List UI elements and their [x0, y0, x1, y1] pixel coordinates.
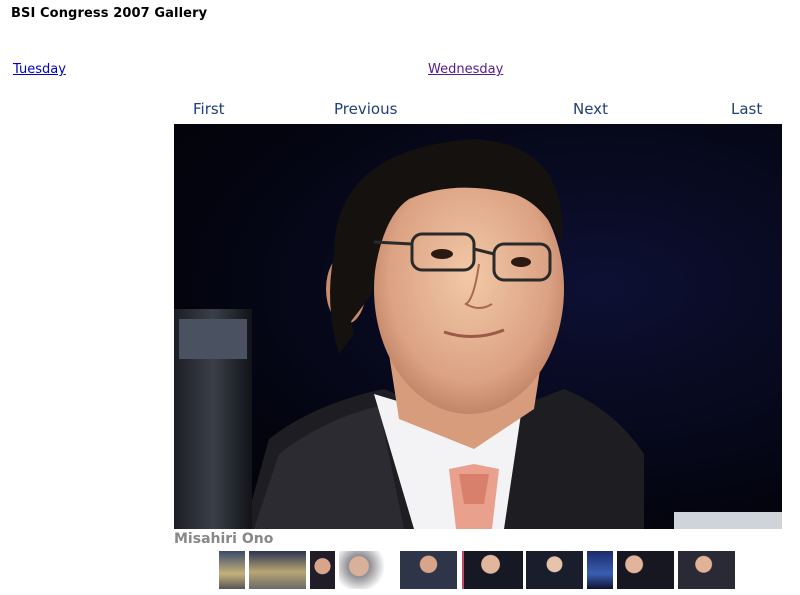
wednesday-link[interactable]: Wednesday — [428, 62, 503, 77]
thumbnail-9[interactable] — [617, 551, 674, 589]
thumbnail-7[interactable] — [526, 551, 583, 589]
main-photo[interactable] — [174, 124, 782, 529]
thumbnail-5[interactable] — [400, 551, 457, 589]
tuesday-link[interactable]: Tuesday — [13, 62, 66, 77]
thumbnail-8[interactable] — [587, 551, 613, 589]
page-title: BSI Congress 2007 Gallery — [11, 6, 208, 21]
previous-link[interactable]: Previous — [334, 100, 397, 118]
last-link[interactable]: Last — [731, 100, 762, 118]
thumbnail-1[interactable] — [219, 551, 245, 589]
first-link[interactable]: First — [193, 100, 225, 118]
speaker-portrait — [174, 139, 782, 529]
thumbnail-2[interactable] — [249, 551, 306, 589]
thumbnail-3[interactable] — [310, 551, 335, 589]
photo-caption: Misahiri Ono — [174, 531, 274, 547]
thumbnail-10[interactable] — [678, 551, 735, 589]
next-link[interactable]: Next — [573, 100, 608, 118]
thumbnail-4[interactable] — [339, 551, 396, 589]
thumbnail-6[interactable] — [462, 551, 523, 589]
